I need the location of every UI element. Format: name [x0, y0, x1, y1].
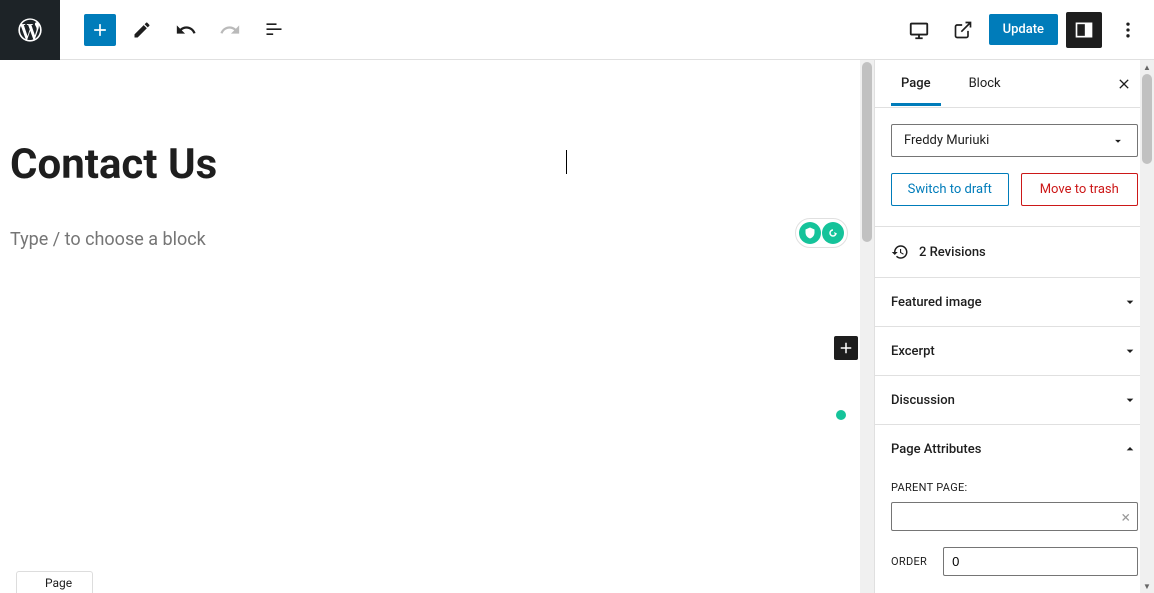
order-input[interactable]	[943, 547, 1138, 576]
wordpress-logo[interactable]	[0, 0, 60, 60]
clear-input-icon[interactable]: ×	[1121, 507, 1130, 526]
view-button[interactable]	[901, 12, 937, 48]
preview-button[interactable]	[945, 12, 981, 48]
close-sidebar-button[interactable]	[1110, 70, 1138, 98]
excerpt-panel[interactable]: Excerpt	[875, 326, 1154, 375]
tab-page[interactable]: Page	[891, 62, 941, 105]
author-select[interactable]: Freddy Muriuki	[891, 124, 1138, 157]
scroll-down-arrow[interactable]: ▼	[1140, 579, 1154, 593]
update-button[interactable]: Update	[989, 14, 1058, 45]
featured-image-panel[interactable]: Featured image	[875, 277, 1154, 326]
scroll-up-arrow[interactable]: ▲	[1140, 60, 1154, 74]
chevron-down-icon	[1122, 343, 1138, 359]
plus-icon	[90, 20, 110, 40]
move-to-trash-button[interactable]: Move to trash	[1021, 173, 1139, 206]
document-overview-button[interactable]	[256, 12, 292, 48]
settings-toggle-button[interactable]	[1066, 12, 1102, 48]
options-button[interactable]	[1110, 12, 1146, 48]
panel-title: Discussion	[891, 393, 955, 408]
history-icon	[891, 243, 909, 261]
redo-icon	[219, 19, 241, 41]
page-attributes-content: PARENT PAGE: × ORDER	[875, 481, 1154, 592]
sidebar-icon	[1074, 20, 1094, 40]
editor-scrollbar[interactable]	[860, 60, 874, 593]
parent-page-label: PARENT PAGE:	[891, 481, 1138, 494]
chevron-down-icon	[1122, 294, 1138, 310]
plus-icon	[837, 339, 855, 357]
scrollbar-thumb[interactable]	[1142, 74, 1152, 164]
list-icon	[264, 20, 284, 40]
chevron-down-icon	[1111, 134, 1125, 148]
chevron-up-icon	[1122, 441, 1138, 457]
top-toolbar: Update	[0, 0, 1154, 60]
wordpress-icon	[16, 16, 44, 44]
text-cursor	[566, 150, 567, 174]
order-label: ORDER	[891, 555, 927, 568]
grammarly-shield-icon	[799, 222, 821, 244]
undo-button[interactable]	[168, 12, 204, 48]
tools-button[interactable]	[124, 12, 160, 48]
switch-to-draft-button[interactable]: Switch to draft	[891, 173, 1009, 206]
tab-block[interactable]: Block	[959, 62, 1011, 105]
breadcrumb-bar: Page	[0, 571, 860, 593]
block-placeholder[interactable]: Type / to choose a block	[10, 229, 850, 250]
grammarly-g-icon	[822, 222, 844, 244]
add-block-button[interactable]	[84, 14, 116, 46]
undo-icon	[175, 19, 197, 41]
status-dot	[836, 410, 846, 420]
page-attributes-panel[interactable]: Page Attributes	[875, 424, 1154, 473]
pencil-icon	[132, 20, 152, 40]
settings-sidebar: Page Block Freddy Muriuki Switch to draf…	[874, 60, 1154, 593]
chevron-down-icon	[1122, 392, 1138, 408]
panel-title: Excerpt	[891, 344, 935, 359]
panel-title: Page Attributes	[891, 442, 981, 457]
inline-add-block-button[interactable]	[834, 336, 858, 360]
discussion-panel[interactable]: Discussion	[875, 375, 1154, 424]
grammarly-widget[interactable]	[795, 218, 848, 248]
panel-title: Featured image	[891, 295, 982, 310]
scrollbar-thumb[interactable]	[862, 62, 872, 242]
more-vertical-icon	[1118, 20, 1138, 40]
redo-button	[212, 12, 248, 48]
author-name: Freddy Muriuki	[904, 133, 989, 148]
outer-scrollbar[interactable]: ▲ ▼	[1140, 60, 1154, 593]
breadcrumb-page[interactable]: Page	[16, 571, 93, 593]
parent-page-input[interactable]	[891, 502, 1138, 531]
revisions-label: 2 Revisions	[919, 245, 986, 260]
external-link-icon	[953, 20, 973, 40]
editor-canvas[interactable]: Contact Us Type / to choose a block	[0, 60, 874, 593]
desktop-icon	[908, 19, 930, 41]
page-title[interactable]: Contact Us	[10, 140, 850, 189]
revisions-row[interactable]: 2 Revisions	[875, 226, 1154, 277]
close-icon	[1116, 76, 1132, 92]
